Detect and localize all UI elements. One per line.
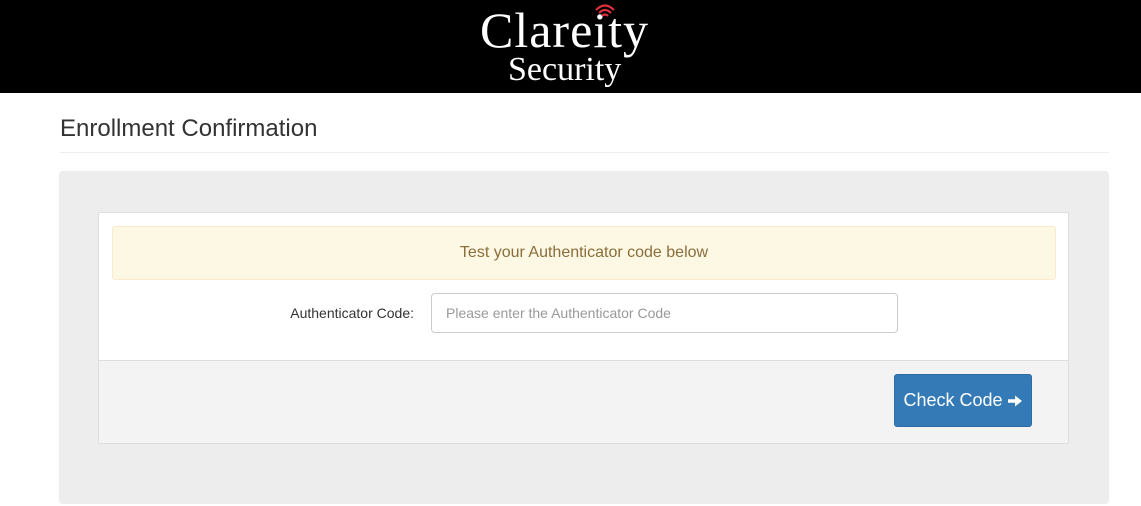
logo-subtitle: Security: [508, 51, 622, 88]
signal-arcs-icon: [595, 4, 615, 17]
authenticator-code-label: Authenticator Code:: [290, 305, 414, 321]
info-alert: Test your Authenticator code below: [112, 226, 1056, 280]
top-banner: Clareity Security: [0, 0, 1141, 93]
clareity-security-logo: Clareity Security: [480, 0, 690, 93]
page-title: Enrollment Confirmation: [60, 115, 318, 142]
arrow-right-icon: [1007, 395, 1022, 406]
title-divider: [60, 152, 1109, 153]
check-code-button[interactable]: Check Code: [894, 374, 1032, 427]
authenticator-code-input[interactable]: [431, 293, 898, 333]
check-code-label: Check Code: [903, 390, 1003, 410]
